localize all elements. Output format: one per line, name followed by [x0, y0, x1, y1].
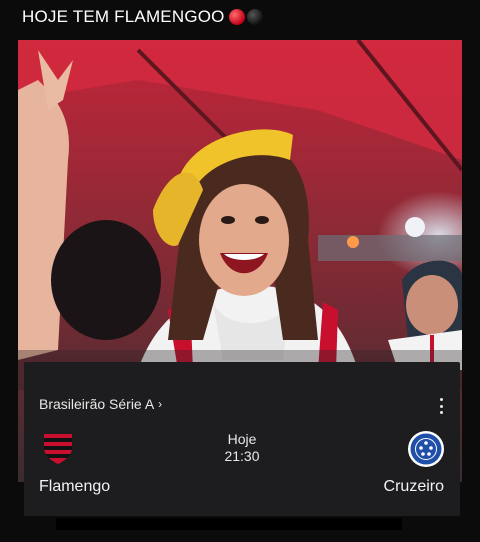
- home-team-name: Flamengo: [39, 478, 111, 495]
- post-caption: HOJE TEM FLAMENGOO: [22, 6, 263, 28]
- match-card[interactable]: Brasileirão Série A › Hoje 21:30 Flameng: [24, 362, 460, 516]
- card-bottom-shadow: [56, 518, 402, 530]
- black-circle-emoji-icon: [246, 9, 263, 25]
- flamengo-crest-icon: [41, 430, 75, 466]
- cruzeiro-crest-icon: [407, 430, 444, 467]
- red-circle-emoji-icon: [228, 9, 245, 25]
- competition-link[interactable]: Brasileirão Série A ›: [39, 396, 162, 412]
- match-day: Hoje: [227, 431, 257, 447]
- competition-label: Brasileirão Série A: [39, 396, 155, 412]
- match-time: 21:30: [224, 448, 260, 464]
- away-team-name: Cruzeiro: [383, 478, 444, 495]
- kebab-menu-icon[interactable]: [438, 398, 444, 414]
- chevron-right-icon: ›: [158, 397, 163, 411]
- match-time-info: Hoje 21:30: [192, 431, 292, 465]
- caption-text: HOJE TEM FLAMENGOO: [22, 7, 225, 26]
